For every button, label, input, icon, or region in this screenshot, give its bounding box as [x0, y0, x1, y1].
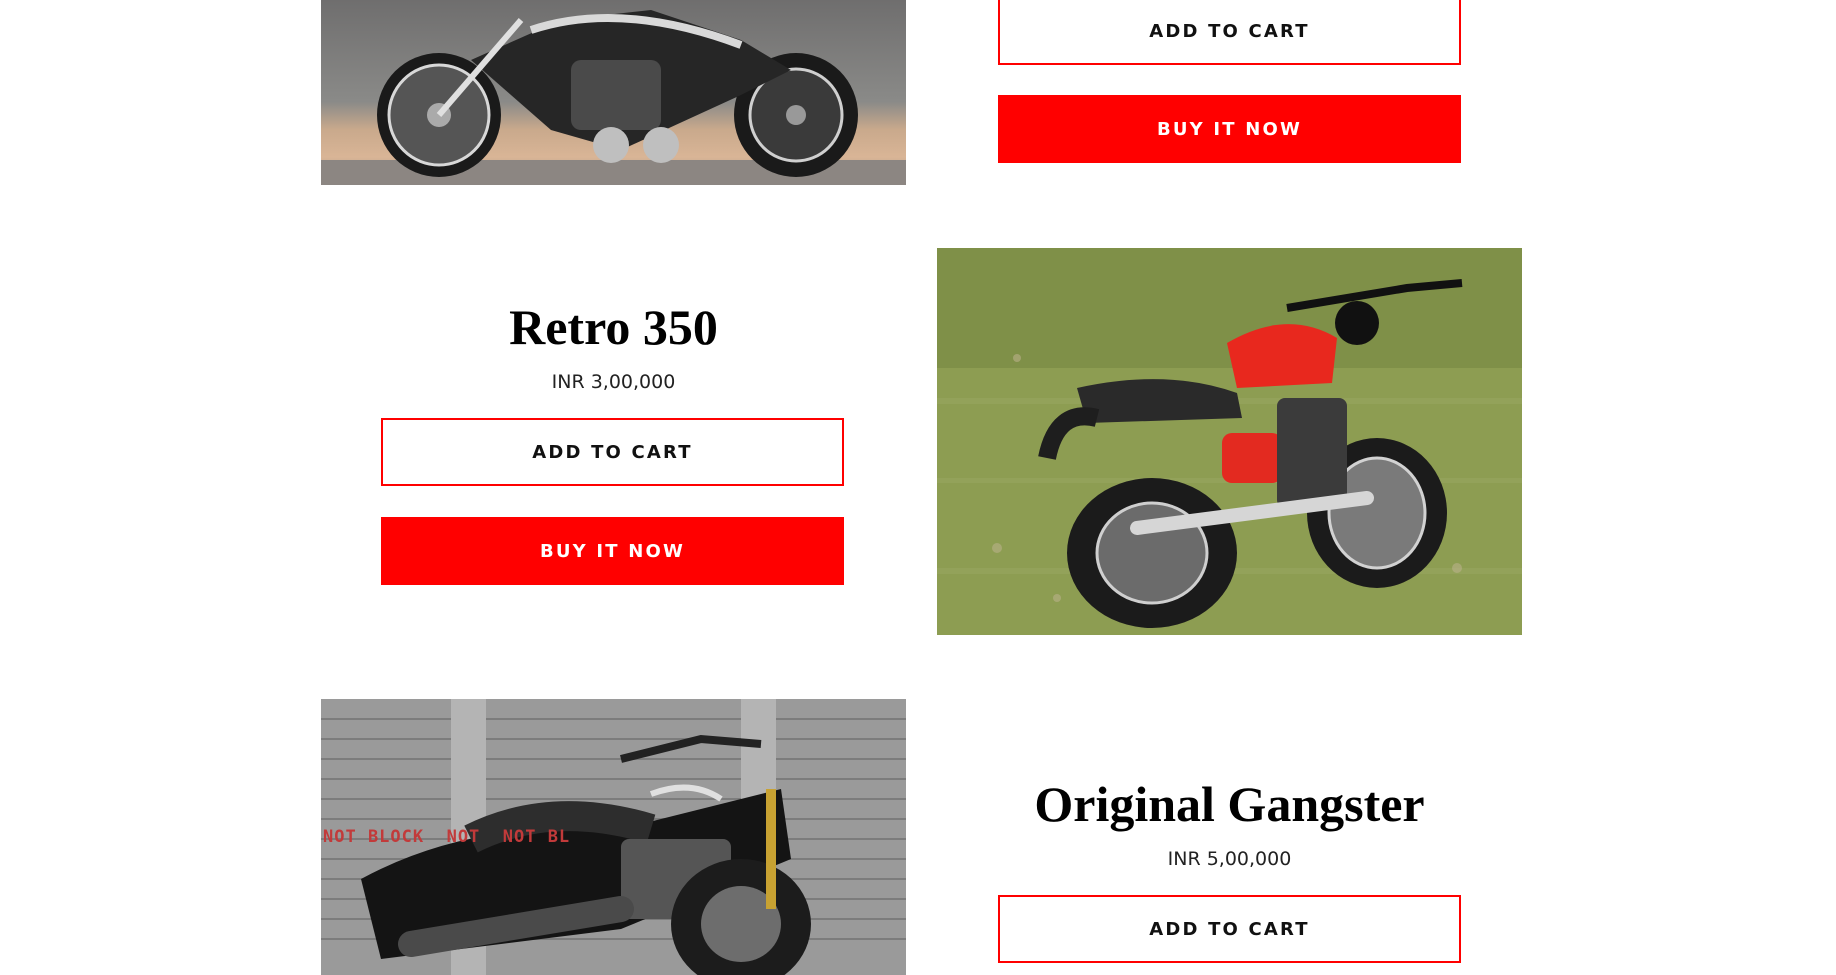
product-image-retro-350[interactable]: [937, 248, 1522, 635]
product-image-original-gangster[interactable]: NOT BLOCK NOT NOT BL: [321, 699, 906, 975]
add-to-cart-button[interactable]: ADD TO CART: [998, 0, 1461, 65]
add-to-cart-button[interactable]: ADD TO CART: [381, 418, 844, 486]
wall-stencil-text: NOT BLOCK NOT NOT BL: [323, 827, 571, 847]
product-title[interactable]: Retro 350: [321, 302, 906, 352]
product-price: INR 3,00,000: [551, 371, 676, 393]
buy-it-now-button[interactable]: BUY IT NOW: [381, 517, 844, 585]
product-image-chopper[interactable]: [321, 0, 906, 185]
buy-it-now-button[interactable]: BUY IT NOW: [998, 95, 1461, 163]
product-title[interactable]: Original Gangster: [937, 779, 1522, 829]
add-to-cart-button[interactable]: ADD TO CART: [998, 895, 1461, 963]
product-price: INR 5,00,000: [1167, 848, 1292, 870]
